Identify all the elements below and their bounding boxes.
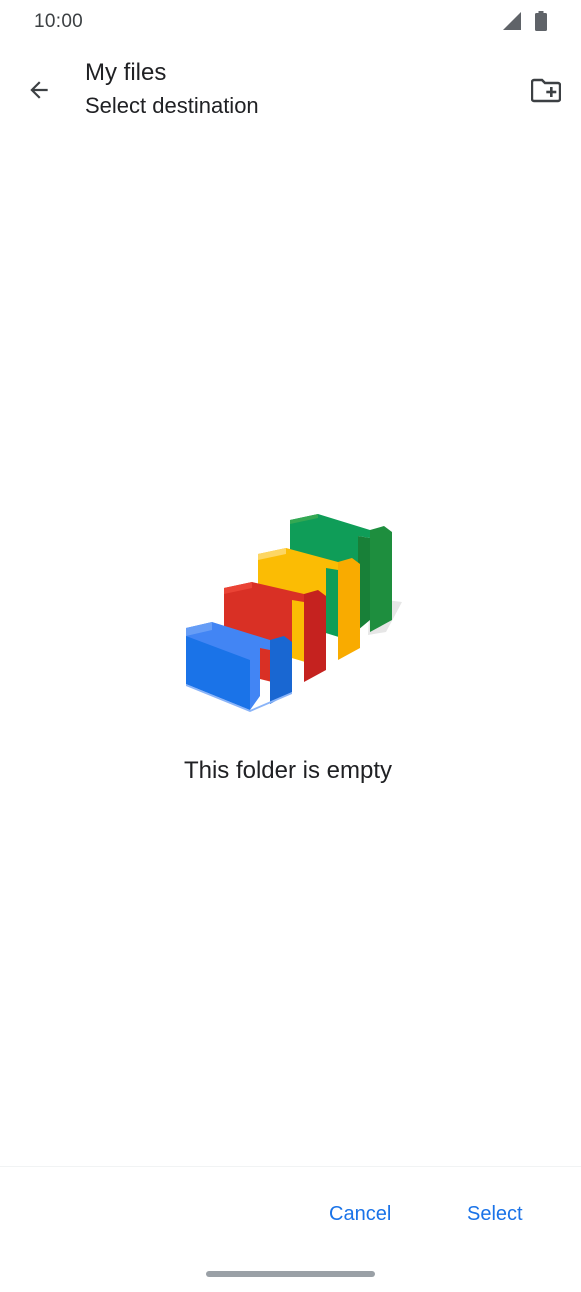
page-title: My files xyxy=(85,59,167,86)
cancel-button[interactable]: Cancel xyxy=(329,1196,391,1232)
cell-signal-icon xyxy=(503,12,521,30)
arrow-back-icon xyxy=(30,81,48,99)
empty-folder-message: This folder is empty xyxy=(183,757,393,784)
select-button[interactable]: Select xyxy=(467,1196,523,1232)
page-subtitle: Select destination xyxy=(85,93,259,118)
status-time: 10:00 xyxy=(34,11,84,32)
gesture-nav-handle[interactable] xyxy=(206,1271,375,1277)
empty-folders-illustration xyxy=(186,514,402,712)
bottom-divider xyxy=(0,1166,581,1167)
back-button[interactable] xyxy=(18,69,60,111)
app-bar: My files Select destination xyxy=(0,44,581,134)
status-bar: 10:00 xyxy=(0,0,581,44)
battery-icon xyxy=(535,11,547,31)
new-folder-button[interactable] xyxy=(524,70,568,110)
title-block: My files Select destination xyxy=(85,58,259,121)
create-new-folder-icon xyxy=(531,78,561,103)
